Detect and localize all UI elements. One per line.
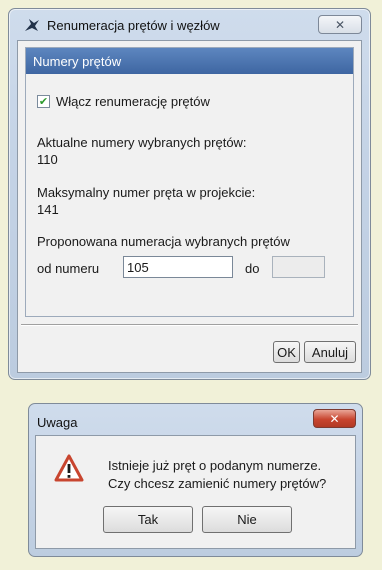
renumber-dialog: Renumeracja prętów i węzłów ✕ Numery prę… — [8, 8, 371, 380]
dialog-client-area: Numery prętów ✔ Włącz renumerację prętów… — [17, 40, 362, 373]
enable-renumber-row[interactable]: ✔ Włącz renumerację prętów — [37, 94, 210, 109]
close-button[interactable]: ✕ — [318, 15, 362, 34]
current-numbers-label: Aktualne numery wybranych prętów: — [37, 135, 247, 150]
enable-renumber-label[interactable]: Włącz renumerację prętów — [56, 94, 210, 109]
app-icon — [25, 19, 39, 31]
to-number-input[interactable] — [272, 256, 325, 278]
group-header: Numery prętów — [26, 48, 353, 74]
warning-dialog: Uwaga ✕ Istnieje już pręt o podanym nume… — [28, 403, 363, 557]
current-numbers-value: 110 — [37, 152, 58, 167]
proposed-numbering-label: Proponowana numeracja wybranych prętów — [37, 234, 290, 249]
yes-button[interactable]: Tak — [103, 506, 193, 533]
check-icon: ✔ — [38, 95, 49, 108]
cancel-button[interactable]: Anuluj — [304, 341, 356, 363]
close-icon: ✕ — [334, 17, 346, 32]
dialog-title: Renumeracja prętów i węzłów — [47, 18, 220, 33]
from-number-label: od numeru — [37, 261, 100, 276]
enable-renumber-checkbox[interactable]: ✔ — [37, 95, 50, 108]
title-bar[interactable]: Renumeracja prętów i węzłów ✕ — [9, 9, 370, 37]
close-icon: ✕ — [329, 411, 340, 426]
warning-title: Uwaga — [37, 415, 78, 430]
max-number-label: Maksymalny numer pręta w projekcie: — [37, 185, 256, 200]
no-button[interactable]: Nie — [202, 506, 292, 533]
warning-title-bar[interactable]: Uwaga ✕ — [29, 404, 362, 432]
to-number-label: do — [245, 261, 260, 276]
warning-message-line2: Czy chcesz zamienić numery prętów? — [108, 476, 327, 491]
max-number-value: 141 — [37, 202, 59, 217]
warning-message-line1: Istnieje już pręt o podanym numerze. — [108, 458, 322, 473]
warning-client-area: Istnieje już pręt o podanym numerze. Czy… — [35, 435, 356, 549]
bar-numbers-group: Numery prętów ✔ Włącz renumerację prętów… — [25, 47, 354, 317]
warning-icon — [54, 454, 84, 482]
ok-button[interactable]: OK — [273, 341, 300, 363]
warning-close-button[interactable]: ✕ — [313, 409, 356, 428]
separator — [21, 324, 358, 326]
from-number-input[interactable]: 105 — [123, 256, 233, 278]
